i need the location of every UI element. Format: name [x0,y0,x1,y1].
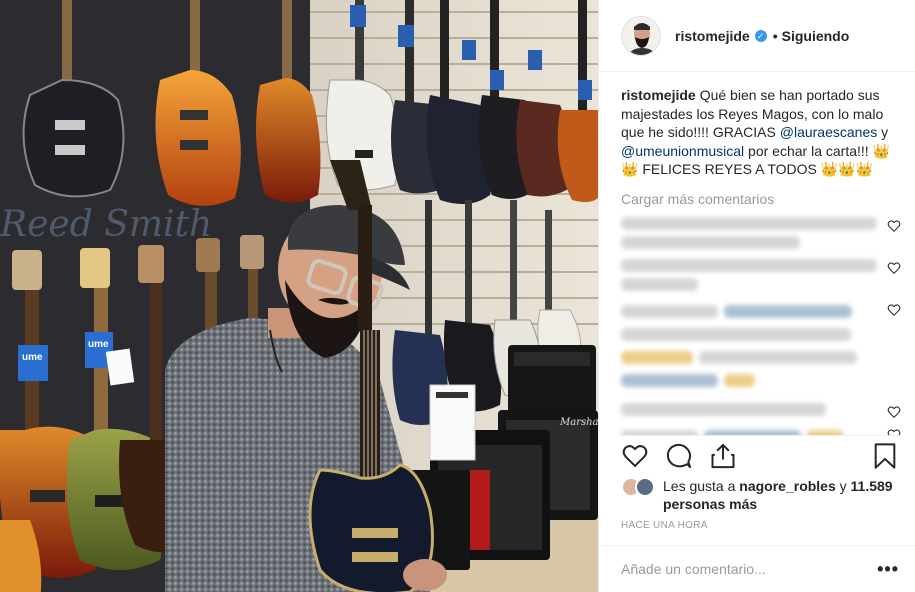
caption: ristomejide Qué bien se han portado sus m… [621,86,901,179]
post-side-panel: ristomejide ✓ • Siguiendo ristomejide Qué… [598,0,915,592]
verified-icon: ✓ [754,29,767,42]
guitar-store-photo: Reed Smith Marsha ume ume [0,0,598,592]
liker-avatars[interactable] [621,477,657,499]
blurred-comment-text [621,304,719,318]
comment-like-icon[interactable] [887,405,901,419]
comment-like-icon[interactable] [887,303,901,317]
blurred-comment-text [621,216,877,230]
heart-icon[interactable] [621,442,649,470]
likes-prefix: Les gusta a [663,478,740,494]
blurred-comment-text [698,350,858,364]
comment-icon[interactable] [665,442,693,470]
comment-item [621,402,901,419]
blurred-comment-text [621,277,698,291]
blurred-comment-text [621,402,826,416]
caption-text-2: y [877,124,889,141]
comments-section: ristomejide Qué bien se han portado sus m… [599,72,915,435]
post-timestamp[interactable]: HACE UNA HORA [621,520,708,531]
blurred-emoji [724,373,755,387]
mention-umeunionmusical[interactable]: @umeunionmusical [621,143,744,159]
add-comment-bar: ••• [599,545,915,592]
comment-like-icon[interactable] [887,261,901,275]
blurred-comment-text [621,327,852,341]
comment-item [621,301,901,393]
comment-like-icon[interactable] [887,428,901,435]
post-photo[interactable]: Reed Smith Marsha ume ume [0,0,598,592]
blurred-comment-text [621,235,801,249]
avatar-image [622,16,660,55]
action-bar [621,435,899,475]
share-icon[interactable] [709,442,737,470]
author-avatar[interactable] [621,15,661,56]
liker-username[interactable]: nagore_robles [739,478,835,494]
comment-item [621,426,901,435]
comment-input[interactable] [621,561,878,577]
liker-avatar [635,477,655,497]
blurred-mention [724,304,853,318]
author-username[interactable]: ristomejide [675,28,750,44]
following-button[interactable]: Siguiendo [782,28,850,44]
likes-summary: Les gusta a nagore_robles y 11.589 perso… [621,477,899,513]
blurred-comment-text [621,258,877,272]
blurred-emoji [621,350,693,364]
ume-tag-left: ume [22,352,43,363]
comment-item [621,216,901,249]
likes-text: Les gusta a nagore_robles y 11.589 perso… [663,477,899,513]
load-more-comments[interactable]: Cargar más comentarios [621,191,901,207]
wall-script-text: Reed Smith [0,204,212,245]
mention-lauraescanes[interactable]: @lauraescanes [780,124,878,140]
comment-like-icon[interactable] [887,219,901,233]
svg-text:Marshall: Marshall [559,417,598,428]
caption-username[interactable]: ristomejide [621,87,696,103]
likes-mid: y [835,478,851,494]
more-icon[interactable]: ••• [877,559,899,580]
blurred-mention [621,373,719,387]
post-header: ristomejide ✓ • Siguiendo [599,0,915,72]
ume-tag-mid: ume [88,339,109,350]
bookmark-icon[interactable] [871,442,899,470]
comment-item [621,258,901,291]
separator-dot: • [772,27,778,44]
